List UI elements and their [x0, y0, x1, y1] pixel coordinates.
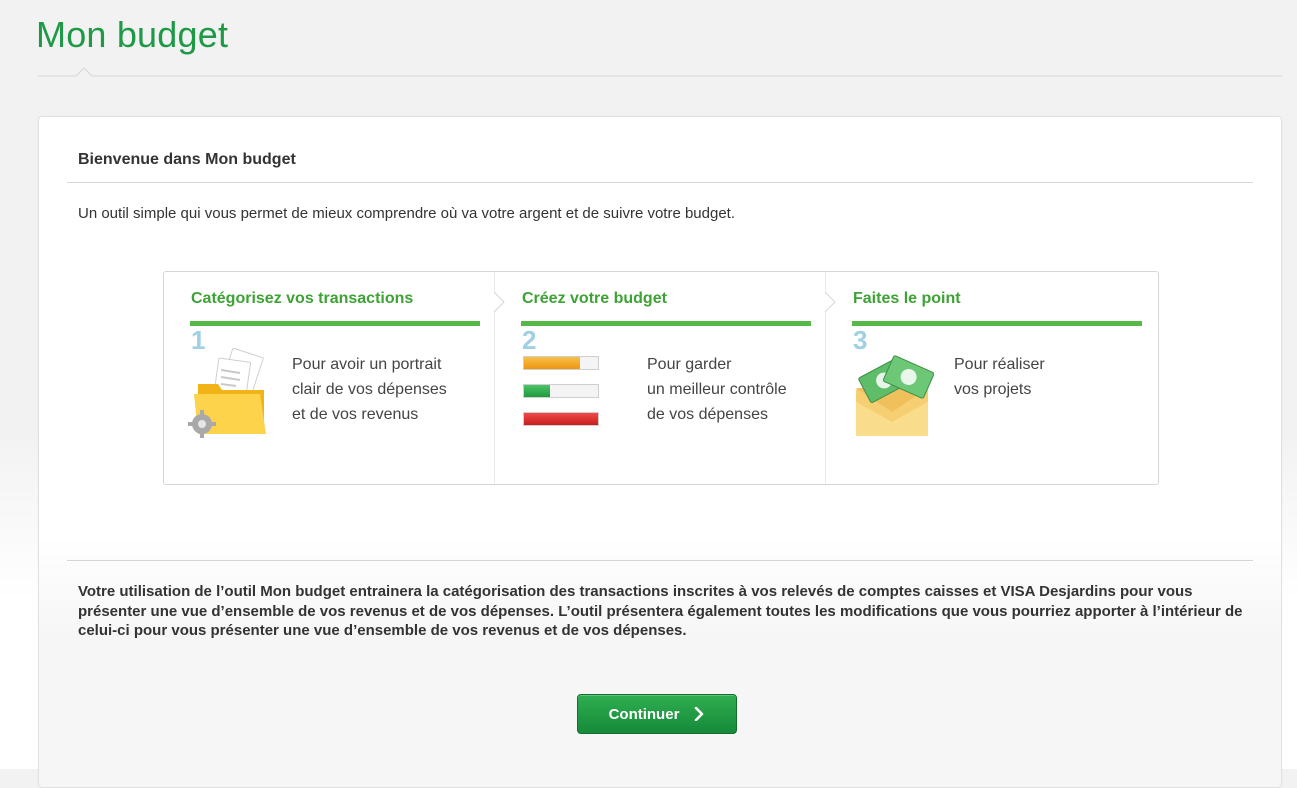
step-create-budget: Créez votre budget 2 Pour garder un meil…	[495, 272, 825, 484]
title-divider	[38, 67, 1282, 77]
step-underline	[190, 321, 480, 326]
budget-bar-orange-fill	[524, 357, 580, 369]
step-title: Faites le point	[853, 290, 961, 307]
intro-text: Un outil simple qui vous permet de mieux…	[78, 205, 736, 222]
budget-bar-red	[523, 412, 599, 426]
budget-bar-red-fill	[524, 413, 598, 425]
step-description: Pour réaliser vos projets	[954, 352, 1045, 402]
step-number: 2	[522, 325, 537, 355]
step-description-line: Pour réaliser	[954, 356, 1045, 373]
step-description-line: clair de vos dépenses	[292, 381, 447, 398]
budget-bar-green	[523, 384, 599, 398]
disclaimer-divider	[67, 560, 1253, 561]
disclaimer-text: Votre utilisation de l’outil Mon budget …	[78, 583, 1243, 639]
folder-documents-gear-icon	[188, 348, 266, 438]
continue-button-label: Continuer	[608, 705, 680, 723]
steps-panel: Catégorisez vos transactions 1 Pour avoi…	[163, 271, 1159, 485]
budget-bar-green-fill	[524, 385, 550, 397]
welcome-title: Bienvenue dans Mon budget	[78, 151, 296, 168]
welcome-divider	[67, 182, 1253, 183]
step-categorize: Catégorisez vos transactions 1 Pour avoi…	[164, 272, 494, 484]
step-underline	[521, 321, 811, 326]
continue-button[interactable]: Continuer	[577, 694, 737, 734]
step-title: Catégorisez vos transactions	[191, 290, 414, 307]
page-title: Mon budget	[36, 14, 229, 55]
budget-progress-bars-icon	[523, 356, 599, 430]
budget-bar-orange	[523, 356, 599, 370]
step-review: Faites le point 3 Pour réaliser vos proj…	[826, 272, 1158, 484]
welcome-card: Bienvenue dans Mon budget Un outil simpl…	[38, 116, 1282, 788]
chevron-right-icon	[695, 707, 704, 721]
step-description-line: de vos dépenses	[647, 406, 768, 423]
step-description-line: vos projets	[954, 381, 1032, 398]
step-description-line: et de vos revenus	[292, 406, 419, 423]
step-title: Créez votre budget	[522, 290, 667, 307]
step-description-line: Pour avoir un portrait	[292, 356, 442, 373]
step-description-line: un meilleur contrôle	[647, 381, 787, 398]
envelope-money-icon	[856, 355, 934, 436]
step-description: Pour garder un meilleur contrôle de vos …	[647, 352, 787, 427]
step-description-line: Pour garder	[647, 356, 732, 373]
step-underline	[852, 321, 1142, 326]
step-description: Pour avoir un portrait clair de vos dépe…	[292, 352, 447, 427]
